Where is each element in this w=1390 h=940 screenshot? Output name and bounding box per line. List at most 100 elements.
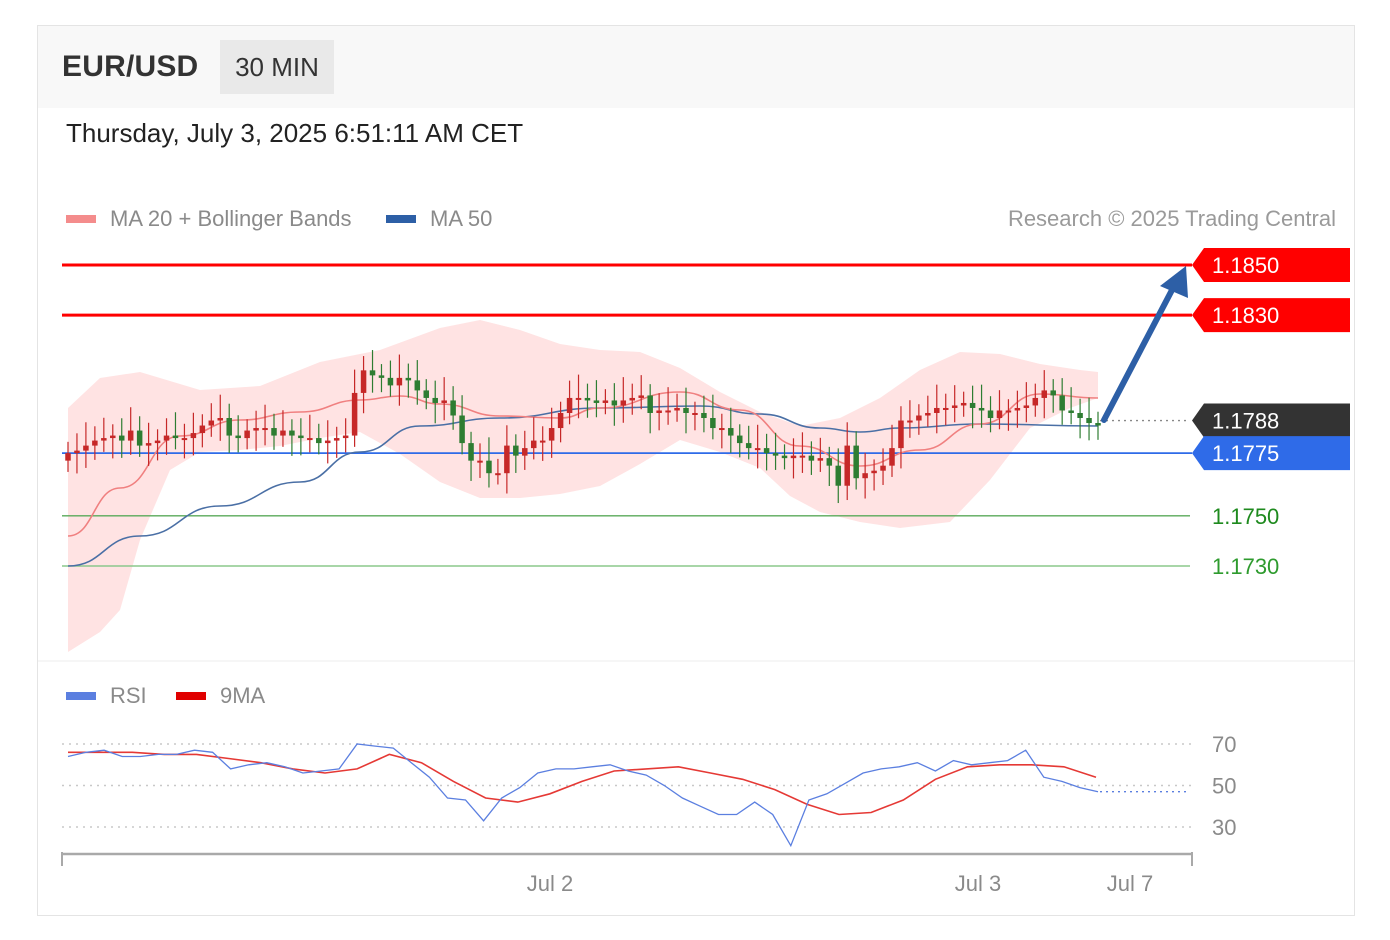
candle-body (414, 380, 421, 391)
rsi-tick-30: 30 (1212, 815, 1236, 840)
candle-body (477, 460, 483, 463)
candle-body (289, 430, 295, 436)
candle-body (110, 435, 116, 439)
candle-body (665, 410, 671, 413)
level-label-1.1730: 1.1730 (1212, 554, 1279, 579)
candle-body (701, 412, 707, 419)
candle-body (978, 407, 985, 411)
candle-body (1086, 418, 1092, 424)
candle-body (781, 455, 788, 459)
candle-body (235, 435, 241, 439)
candle-body (127, 430, 134, 441)
candle-body (638, 395, 644, 398)
candle-body (145, 443, 152, 446)
level-tag-text-1.1788: 1.1788 (1212, 409, 1279, 434)
candle-body (584, 397, 591, 401)
candle-body (217, 418, 224, 421)
candle-body (316, 438, 322, 444)
candle-body (925, 412, 931, 416)
candle-body (298, 435, 304, 439)
candle-body (844, 445, 850, 486)
candle-body (280, 430, 286, 436)
rsi-line (67, 743, 1099, 848)
level-tag-text-1.1850: 1.1850 (1212, 253, 1279, 278)
candle-body (342, 435, 349, 439)
candle-body (790, 455, 797, 459)
candle-body (495, 473, 501, 476)
candle-body (1023, 405, 1030, 408)
candle-body (853, 445, 859, 479)
candle-body (369, 370, 376, 376)
candle-body (468, 443, 474, 461)
candle-body (307, 438, 313, 441)
candle-body (92, 440, 98, 446)
candle-body (504, 445, 510, 474)
candle-body (656, 410, 662, 413)
candle-body (441, 400, 447, 403)
candle-body (522, 448, 528, 456)
x-axis-label-Jul-3: Jul 3 (955, 871, 1001, 896)
candle-body (459, 415, 465, 444)
candle-body (754, 448, 761, 451)
candle-body (772, 453, 779, 456)
candle-body (1050, 390, 1056, 396)
candle-body (1014, 407, 1021, 411)
candle-body (208, 420, 215, 426)
candle-body (862, 473, 868, 479)
candle-body (387, 377, 394, 386)
target-arrow-head (1160, 266, 1188, 298)
candle-body (432, 397, 438, 403)
rsi-tick-50: 50 (1212, 774, 1236, 799)
candle-body (360, 370, 367, 393)
candle-body (271, 428, 277, 436)
candle-body (324, 440, 331, 444)
candle-body (835, 465, 842, 486)
candle-body (1005, 410, 1012, 413)
candle-body (539, 440, 546, 443)
candle-body (181, 438, 188, 441)
candle-body (960, 402, 967, 406)
bollinger-band (68, 320, 1098, 652)
candle-body (333, 438, 340, 441)
candle-body (745, 443, 752, 449)
candle-body (486, 460, 492, 474)
candle-body (575, 397, 582, 400)
candle-body (817, 458, 824, 461)
candle-body (674, 407, 680, 411)
candle-body (557, 412, 564, 429)
candle-body (83, 445, 89, 451)
candle-body (763, 448, 770, 454)
candle-body (396, 377, 403, 386)
candle-body (719, 428, 725, 431)
candle-body (1077, 412, 1083, 419)
candle-body (65, 453, 71, 461)
candle-body (1059, 395, 1065, 411)
candle-body (1032, 397, 1039, 406)
candle-body (629, 397, 636, 401)
candle-body (513, 445, 519, 456)
rsi-tick-70: 70 (1212, 732, 1236, 757)
candle-body (548, 428, 555, 441)
target-arrow-shaft (1101, 287, 1175, 423)
candle-body (916, 415, 922, 421)
candle-body (987, 410, 994, 419)
candle-body (1095, 423, 1101, 426)
level-label-1.1750: 1.1750 (1212, 504, 1279, 529)
candle-body (611, 400, 618, 406)
candle-body (199, 425, 206, 434)
candle-body (602, 400, 609, 403)
candle-body (530, 440, 537, 449)
candle-body (226, 418, 232, 436)
candle-body (423, 390, 430, 398)
candle-body (996, 410, 1003, 419)
candle-body (647, 395, 653, 413)
candle-body (190, 433, 197, 439)
level-tag-text-1.1830: 1.1830 (1212, 303, 1279, 328)
candle-body (450, 400, 456, 416)
candle-body (710, 418, 716, 429)
candle-body (136, 430, 143, 446)
candle-body (118, 435, 125, 441)
price-chart: 1.1850 1.1830 1.1788 1.1775 1.1750 1.1730 70 50… (38, 248, 1354, 896)
candle-body (799, 455, 806, 458)
candle-body (253, 428, 259, 431)
